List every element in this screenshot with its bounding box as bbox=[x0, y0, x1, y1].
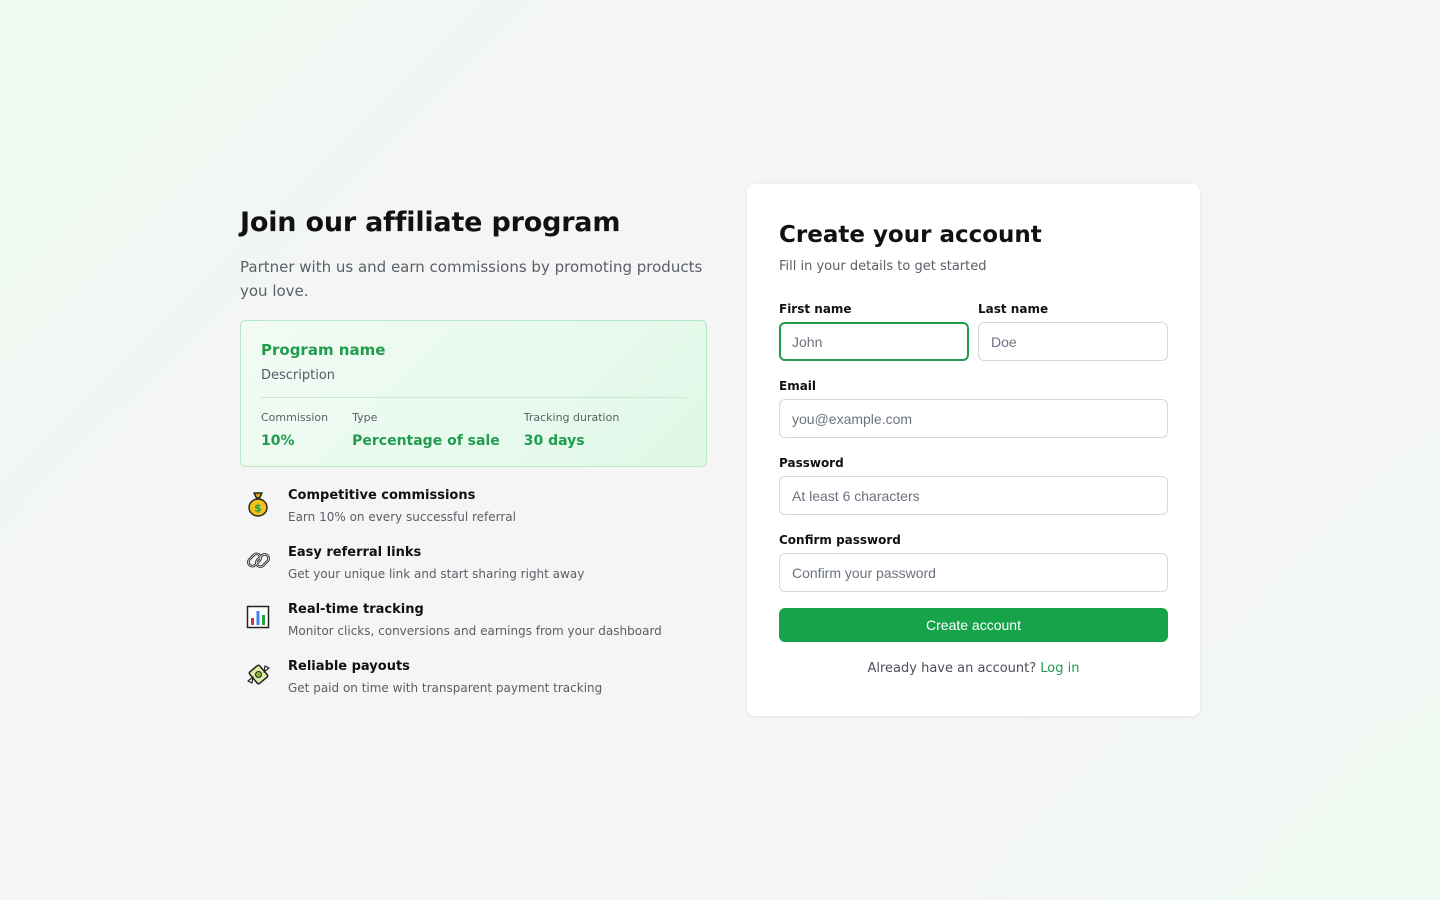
feature-title: Easy referral links bbox=[288, 545, 422, 560]
affiliate-intro: Join our affiliate program Partner with … bbox=[240, 205, 707, 715]
login-prompt-line: Already have an account? Log in bbox=[779, 659, 1168, 679]
last-name-label: Last name bbox=[978, 302, 1049, 316]
program-description: Description bbox=[261, 368, 336, 383]
email-label: Email bbox=[779, 379, 817, 393]
feature-description: Earn 10% on every successful referral bbox=[288, 510, 516, 524]
last-name-input[interactable] bbox=[978, 322, 1168, 361]
money-wings-icon bbox=[240, 658, 276, 715]
stat-value: Percentage of sale bbox=[352, 433, 500, 449]
svg-text:$: $ bbox=[254, 502, 262, 515]
link-icon bbox=[240, 544, 276, 601]
feature-item: $ Competitive commissions Earn 10% on ev… bbox=[240, 487, 707, 544]
program-stats: Commission 10% Type Percentage of sale T… bbox=[261, 411, 686, 450]
stat-value: 30 days bbox=[523, 433, 585, 449]
password-group: Password bbox=[779, 454, 1168, 515]
stat-tracking-duration: Tracking duration 30 days bbox=[524, 411, 620, 450]
name-row: First name Last name bbox=[779, 300, 1168, 361]
email-input[interactable] bbox=[779, 399, 1168, 438]
login-prompt-text: Already have an account? bbox=[867, 661, 1037, 676]
stat-type: Type Percentage of sale bbox=[352, 411, 500, 450]
first-name-label: First name bbox=[779, 302, 852, 316]
confirm-password-label: Confirm password bbox=[779, 533, 901, 547]
signup-card: Create your account Fill in your details… bbox=[747, 184, 1200, 716]
feature-item: Real-time tracking Monitor clicks, conve… bbox=[240, 601, 707, 658]
program-name: Program name bbox=[261, 341, 386, 359]
last-name-group: Last name bbox=[978, 300, 1168, 361]
stat-label: Tracking duration bbox=[523, 411, 620, 424]
feature-title: Competitive commissions bbox=[288, 488, 476, 503]
confirm-password-input[interactable] bbox=[779, 553, 1168, 592]
feature-item: Reliable payouts Get paid on time with t… bbox=[240, 658, 707, 715]
create-account-button[interactable]: Create account bbox=[779, 608, 1168, 642]
form-subtitle: Fill in your details to get started bbox=[779, 259, 987, 274]
bar-chart-icon bbox=[240, 601, 276, 658]
stat-value: 10% bbox=[261, 433, 295, 449]
program-card: Program name Description Commission 10% … bbox=[240, 320, 707, 467]
feature-title: Real-time tracking bbox=[288, 602, 424, 617]
feature-description: Get paid on time with transparent paymen… bbox=[288, 681, 603, 695]
feature-item: Easy referral links Get your unique link… bbox=[240, 544, 707, 601]
password-input[interactable] bbox=[779, 476, 1168, 515]
feature-title: Reliable payouts bbox=[288, 659, 410, 674]
first-name-group: First name bbox=[779, 300, 969, 361]
feature-description: Monitor clicks, conversions and earnings… bbox=[288, 624, 662, 638]
stat-label: Type bbox=[352, 411, 378, 424]
stat-commission: Commission 10% bbox=[261, 411, 328, 450]
money-bag-icon: $ bbox=[240, 487, 276, 544]
email-group: Email bbox=[779, 377, 1168, 438]
page-title: Join our affiliate program bbox=[240, 207, 621, 238]
login-link[interactable]: Log in bbox=[1040, 661, 1079, 676]
page-subtitle: Partner with us and earn commissions by … bbox=[240, 258, 703, 300]
stat-label: Commission bbox=[261, 411, 329, 424]
feature-description: Get your unique link and start sharing r… bbox=[288, 567, 585, 581]
feature-list: $ Competitive commissions Earn 10% on ev… bbox=[240, 487, 707, 715]
confirm-password-group: Confirm password bbox=[779, 531, 1168, 592]
password-label: Password bbox=[779, 456, 844, 470]
form-title: Create your account bbox=[779, 222, 1042, 248]
program-divider bbox=[261, 397, 686, 398]
first-name-input[interactable] bbox=[779, 322, 969, 361]
